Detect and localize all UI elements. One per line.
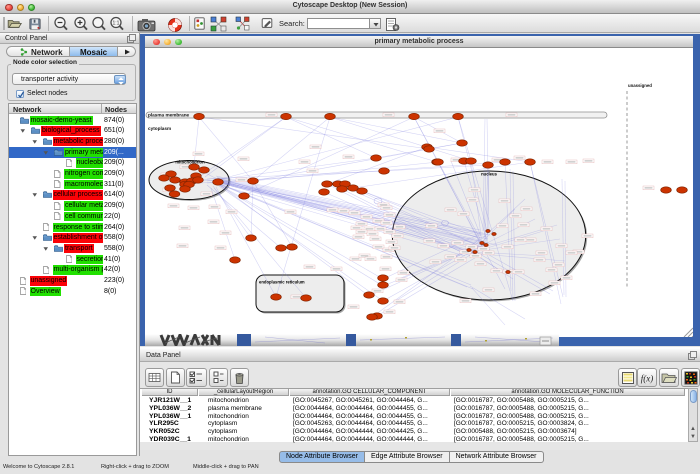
svg-text:nucleus: nucleus <box>481 172 497 177</box>
svg-text:1:1: 1:1 <box>112 21 119 27</box>
svg-text:mitochondrion: mitochondrion <box>175 160 205 165</box>
svg-text:endoplasmic reticulum: endoplasmic reticulum <box>259 280 305 285</box>
svg-text:plasma membrane: plasma membrane <box>148 113 190 118</box>
svg-text:unassigned: unassigned <box>628 83 652 88</box>
svg-text:f(x): f(x) <box>641 373 654 383</box>
svg-text:cytoplasm: cytoplasm <box>148 126 171 131</box>
